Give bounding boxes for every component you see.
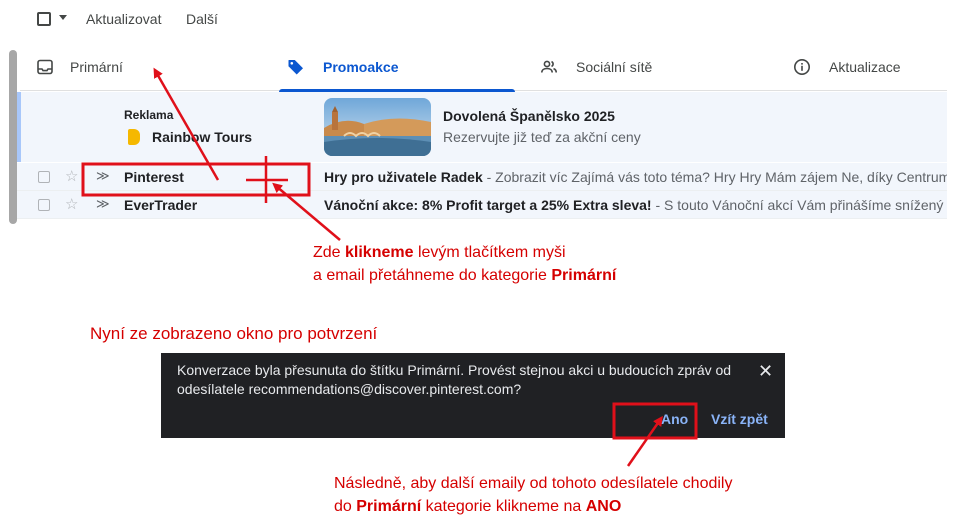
- email-subject-text: Hry pro uživatele Radek: [324, 169, 483, 185]
- info-icon: [793, 58, 811, 76]
- confirmation-snackbar: Konverzace byla přesunuta do štítku Prim…: [161, 353, 785, 438]
- email-snippet: - Zobrazit víc Zajímá vás toto téma? Hry…: [482, 169, 947, 185]
- annotation-text: Zde: [313, 244, 346, 261]
- annotation-emphasis: klikneme: [345, 244, 414, 261]
- annotation-line: a email přetáhneme do kategorie Primární: [313, 264, 616, 287]
- annotation-text: do: [334, 498, 357, 515]
- annotation-text: a email přetáhneme do kategorie: [313, 267, 552, 284]
- ad-subtitle: Rezervujte již teď za akční ceny: [443, 129, 641, 145]
- advertiser-logo-icon: [128, 129, 140, 145]
- annotation-emphasis: Primární: [551, 267, 617, 284]
- undo-button[interactable]: Vzít zpět: [711, 411, 768, 427]
- confirm-ano-button[interactable]: Ano: [661, 411, 688, 427]
- annotation-text: kategorie klikneme na: [421, 498, 586, 515]
- sponsored-ad-row[interactable]: Reklama Rainbow Tours Dovolená Španělsko…: [17, 92, 947, 162]
- snackbar-message: Konverzace byla přesunuta do štítku Prim…: [177, 362, 732, 397]
- email-subject: Hry pro uživatele Radek - Zobrazit víc Z…: [324, 169, 947, 185]
- inbox-icon: [36, 58, 54, 76]
- category-tabs: Primární Promoakce Sociální sítě Aktuali…: [20, 44, 947, 92]
- ad-title: Dovolená Španělsko 2025: [443, 108, 615, 124]
- star-icon[interactable]: ☆: [65, 167, 78, 185]
- people-icon: [540, 58, 558, 76]
- tag-icon: [287, 58, 305, 76]
- ad-thumbnail-image: [324, 98, 431, 156]
- close-icon[interactable]: ✕: [758, 361, 773, 382]
- scrollbar[interactable]: [9, 50, 17, 224]
- tab-primary-label: Primární: [70, 59, 123, 75]
- select-all-checkbox[interactable]: [37, 12, 51, 26]
- email-sender: EverTrader: [124, 197, 198, 213]
- tab-promotions[interactable]: Promoakce: [279, 44, 515, 92]
- email-row[interactable]: ☆ ≫ EverTrader Vánoční akce: 8% Profit t…: [17, 191, 947, 219]
- row-checkbox[interactable]: [38, 199, 50, 211]
- refresh-button[interactable]: Aktualizovat: [86, 11, 161, 27]
- importance-marker-icon[interactable]: ≫: [96, 168, 110, 184]
- annotation-ano-instruction: Následně, aby další emaily od tohoto ode…: [334, 472, 732, 518]
- annotation-confirm-heading: Nyní ze zobrazeno okno pro potvrzení: [90, 324, 378, 343]
- toolbar: Aktualizovat Další: [0, 0, 959, 40]
- annotation-drag-instruction: Zde klikneme levým tlačítkem myši a emai…: [313, 241, 616, 287]
- row-checkbox[interactable]: [38, 171, 50, 183]
- email-sender: Pinterest: [124, 169, 184, 185]
- email-row[interactable]: ☆ ≫ Pinterest Hry pro uživatele Radek - …: [17, 163, 947, 191]
- select-dropdown-icon[interactable]: [59, 15, 67, 20]
- annotation-emphasis: Primární: [356, 498, 422, 515]
- annotation-line: Zde klikneme levým tlačítkem myši: [313, 241, 616, 264]
- ad-label: Reklama: [124, 108, 174, 122]
- email-snippet: - S touto Vánoční akcí Vám přinášíme sní…: [651, 197, 944, 213]
- annotation-emphasis: ANO: [585, 498, 622, 515]
- annotation-text: levým tlačítkem myši: [413, 244, 566, 261]
- email-subject: Vánoční akce: 8% Profit target a 25% Ext…: [324, 197, 943, 213]
- annotation-line: Následně, aby další emaily od tohoto ode…: [334, 475, 733, 492]
- annotation-line: do Primární kategorie klikneme na ANO: [334, 495, 732, 518]
- ad-sender: Rainbow Tours: [152, 129, 253, 145]
- tab-promotions-label: Promoakce: [323, 59, 399, 75]
- importance-marker-icon[interactable]: ≫: [96, 196, 110, 212]
- tab-updates-label: Aktualizace: [829, 59, 901, 75]
- more-button[interactable]: Další: [186, 11, 218, 27]
- star-icon[interactable]: ☆: [65, 195, 78, 213]
- tab-social-label: Sociální sítě: [576, 59, 653, 75]
- email-subject-text: Vánoční akce: 8% Profit target a 25% Ext…: [324, 197, 652, 213]
